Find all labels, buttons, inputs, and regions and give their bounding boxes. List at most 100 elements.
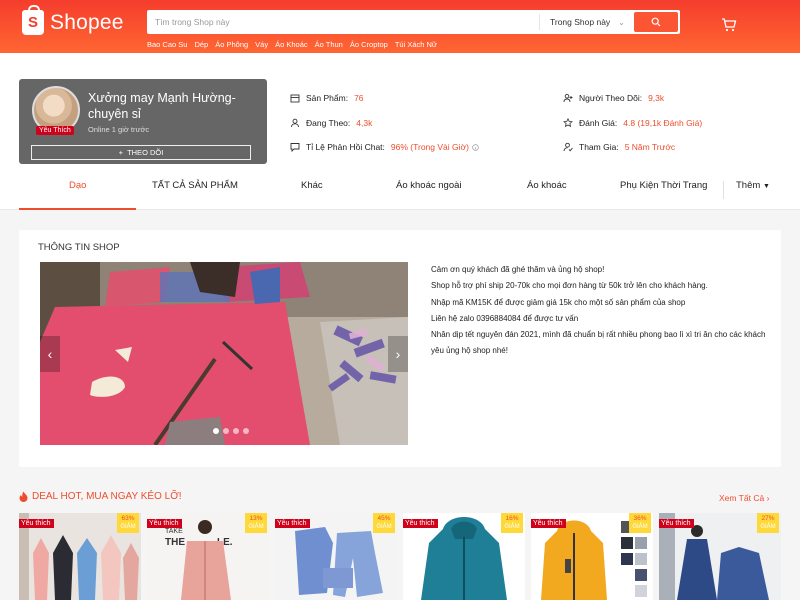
product-card[interactable]: Yêu thích 45% GIẢM [275, 513, 397, 600]
discount-value: 36% [633, 515, 647, 522]
description-line: Liên hệ zalo 0396884084 để được tư vấn [431, 313, 579, 323]
description-line: Nhân dịp tết nguyên đán 2021, mình đã ch… [431, 330, 766, 356]
carousel-dot[interactable] [243, 428, 249, 434]
stat-label: Tỉ Lệ Phản Hồi Chat: [306, 142, 385, 152]
cart-button[interactable] [721, 17, 737, 35]
favorite-shop-badge: Yêu Thích [36, 126, 74, 135]
carousel-dot[interactable] [233, 428, 239, 434]
stat-value: 9,3k [648, 93, 665, 103]
carousel-next-button[interactable]: › [388, 336, 408, 372]
see-all-link[interactable]: Xem Tất Cả › [719, 493, 769, 503]
keyword-link[interactable]: Váy [255, 40, 268, 49]
tab-all-products[interactable]: TẤT CẢ SẢN PHẨM [152, 180, 238, 191]
search-input[interactable] [147, 12, 539, 32]
active-tab-indicator [19, 208, 136, 210]
top-header: S Shopee Trong Shop này ⌄ Bao Cao Su Dép… [0, 0, 800, 53]
chevron-left-icon: ‹ [47, 346, 53, 362]
search-bar: Trong Shop này ⌄ [147, 10, 680, 34]
keyword-link[interactable]: Áo Thun [315, 40, 343, 49]
product-card[interactable]: Yêu thích 36% GIẢM [531, 513, 653, 600]
svg-text:THE: THE [165, 537, 185, 548]
keyword-link[interactable]: Áo Phông [215, 40, 248, 49]
deal-hot-heading: DEAL HOT, MUA NGAY KẺO LỠ! [19, 491, 182, 502]
cart-icon [722, 18, 737, 32]
shop-banner-carousel[interactable]: ‹ › [40, 262, 408, 445]
favorite-badge: Yêu thích [659, 519, 694, 528]
user-icon [291, 118, 299, 128]
shop-info-title: THÔNG TIN SHOP [38, 242, 120, 253]
product-card[interactable]: Yêu thích 27% GIẢM [659, 513, 781, 600]
stat-following: Đang Theo: 4,3k [290, 118, 372, 128]
tab-outerwear[interactable]: Áo khoác ngoài [396, 180, 462, 191]
discount-badge: 63% GIẢM [117, 513, 139, 533]
product-card[interactable]: Yêu thích 63% GIẢM [19, 513, 141, 600]
discount-badge: 45% GIẢM [373, 513, 395, 533]
stat-label: Đánh Giá: [579, 118, 618, 128]
stat-value: 96% (Trong Vài Giờ) [390, 142, 469, 152]
discount-label: GIẢM [120, 524, 136, 530]
shopee-logo[interactable]: S Shopee [22, 5, 124, 35]
search-icon [651, 17, 661, 27]
favorite-badge: Yêu thích [275, 519, 310, 528]
description-line: Nhập mã KM15K để được giảm giá 15k cho m… [431, 297, 686, 307]
stat-value: 4.8 (19,1k Đánh Giá) [623, 118, 703, 128]
carousel-indicators [213, 428, 249, 434]
shopee-bag-icon: S [22, 5, 44, 35]
stat-rating: Đánh Giá: 4.8 (19,1k Đánh Giá) [563, 118, 702, 128]
product-card[interactable]: Yêu thích 16% GIẢM [403, 513, 525, 600]
logo-text: Shopee [50, 10, 124, 34]
search-keywords: Bao Cao Su Dép Áo Phông Váy Áo Khoác Áo … [147, 40, 437, 49]
shop-description: Cảm ơn quý khách đã ghé thăm và ủng hộ s… [431, 262, 771, 360]
stat-products: Sản Phẩm: 76 [290, 93, 364, 103]
tab-jackets[interactable]: Áo khoác [527, 180, 567, 191]
description-line: Cảm ơn quý khách đã ghé thăm và ủng hộ s… [431, 265, 605, 274]
description-line: Shop hỗ trợ phí ship 20-70k cho mọi đơn … [431, 281, 708, 291]
keyword-link[interactable]: Áo Khoác [275, 40, 308, 49]
discount-label: GIẢM [248, 524, 264, 530]
stat-joined: Tham Gia: 5 Năm Trước [563, 142, 675, 152]
tab-more[interactable]: Thêm ▼ [736, 180, 770, 191]
carousel-dot[interactable] [213, 428, 219, 434]
discount-label: GIẢM [376, 524, 392, 530]
chevron-right-icon: › [395, 346, 401, 362]
tab-more-label: Thêm [736, 180, 761, 191]
stat-value: 76 [354, 93, 364, 103]
stat-chat-response: Tỉ Lệ Phản Hồi Chat: 96% (Trong Vài Giờ) [290, 142, 479, 152]
discount-value: 16% [505, 515, 519, 522]
carousel-dot[interactable] [223, 428, 229, 434]
tab-divider [723, 181, 724, 199]
discount-badge: 27% GIẢM [757, 513, 779, 533]
discount-badge: 36% GIẢM [629, 513, 651, 533]
flame-icon [19, 491, 28, 502]
keyword-link[interactable]: Túi Xách Nữ [395, 40, 437, 49]
keyword-link[interactable]: Bao Cao Su [147, 40, 187, 49]
logo-glyph: S [27, 14, 38, 31]
stat-value: 5 Năm Trước [624, 142, 676, 152]
shop-name: Xưởng may Mạnh Hường-chuyên sỉ [88, 91, 236, 121]
stat-label: Tham Gia: [579, 142, 619, 152]
info-icon[interactable] [472, 143, 479, 151]
user-check-icon [563, 142, 573, 152]
search-scope-dropdown[interactable]: Trong Shop này ⌄ [539, 14, 634, 30]
discount-badge: 16% GIẢM [501, 513, 523, 533]
carousel-prev-button[interactable]: ‹ [40, 336, 60, 372]
discount-value: 45% [377, 515, 391, 522]
keyword-link[interactable]: Dép [194, 40, 208, 49]
discount-value: 27% [761, 515, 775, 522]
tab-fashion-accessories[interactable]: Phụ Kiện Thời Trang [620, 180, 707, 191]
plus-icon: + [118, 148, 124, 157]
discount-badge: 13% GIẢM [245, 513, 267, 533]
search-scope-label: Trong Shop này [550, 17, 611, 27]
product-card[interactable]: TAKE THE LE. Yêu thích 13% GIẢM [147, 513, 269, 600]
tab-other[interactable]: Khác [301, 180, 323, 191]
follow-label: THEO DÕI [127, 148, 164, 157]
discount-value: 13% [249, 515, 263, 522]
keyword-link[interactable]: Áo Croptop [350, 40, 388, 49]
shop-nav-tabs: Dạo TẤT CẢ SẢN PHẨM Khác Áo khoác ngoài … [0, 170, 800, 210]
discount-value: 63% [121, 515, 135, 522]
search-button[interactable] [634, 12, 678, 32]
follow-button[interactable]: + THEO DÕI [31, 145, 251, 160]
tab-dao[interactable]: Dạo [69, 180, 86, 191]
stat-value: 4,3k [356, 118, 373, 128]
discount-label: GIẢM [632, 524, 648, 530]
